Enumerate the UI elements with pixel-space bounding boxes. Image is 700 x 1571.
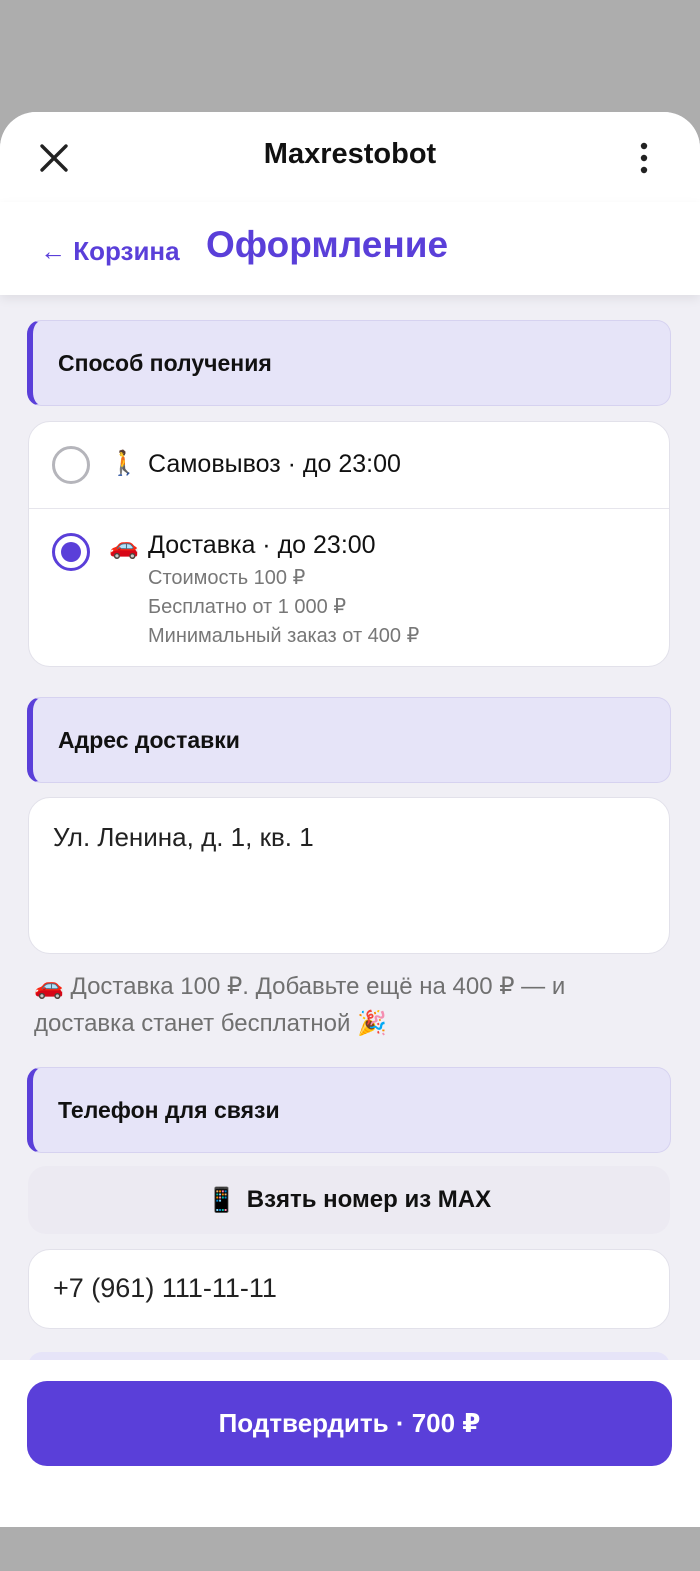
bottom-sheet: Maxrestobot ← Корзина Оформление Способ … <box>0 112 700 1527</box>
car-icon: 🚗 <box>109 533 139 560</box>
close-icon <box>40 144 68 172</box>
radio-unselected[interactable] <box>52 446 90 484</box>
address-textarea[interactable]: Ул. Ленина, д. 1, кв. 1 <box>28 797 670 954</box>
section-title: Адрес доставки <box>58 727 240 753</box>
delivery-options-card: 🚶 Самовывоз · до 23:00 🚗 Доставка · до 2… <box>28 421 670 667</box>
option-delivery[interactable]: 🚗 Доставка · до 23:00 Стоимость 100 ₽ Бе… <box>29 509 669 667</box>
free-delivery-threshold: Бесплатно от 1 000 ₽ <box>148 596 347 618</box>
footer-bar: Подтвердить · 700 ₽ <box>0 1360 700 1527</box>
more-vertical-icon <box>640 142 648 174</box>
app-title: Maxrestobot <box>263 138 437 170</box>
section-title: Способ получения <box>58 350 272 376</box>
delivery-cost: Стоимость 100 ₽ <box>148 567 306 589</box>
phone-icon: 📱 <box>206 1186 237 1214</box>
minimum-order: Минимальный заказ от 400 ₽ <box>148 625 420 647</box>
confirm-label: Подтвердить · 700 ₽ <box>218 1408 481 1438</box>
close-button[interactable] <box>30 134 78 182</box>
section-header-delivery-address: Адрес доставки <box>27 697 671 783</box>
phone-value: +7 (961) 111-11-11 <box>53 1273 277 1303</box>
option-label: Самовывоз · до 23:00 <box>148 450 401 478</box>
button-label: Взять номер из MAX <box>246 1186 492 1213</box>
section-header-contact-phone: Телефон для связи <box>27 1067 671 1153</box>
free-delivery-hint: 🚗 Доставка 100 ₽. Добавьте ещё на 400 ₽ … <box>34 973 566 1037</box>
radio-selected[interactable] <box>52 533 90 571</box>
more-options-button[interactable] <box>620 134 668 182</box>
address-value: Ул. Ленина, д. 1, кв. 1 <box>53 822 314 852</box>
section-header-pickup-method: Способ получения <box>27 320 671 406</box>
phone-input[interactable]: +7 (961) 111-11-11 <box>28 1249 670 1329</box>
walking-person-icon: 🚶 <box>109 450 139 477</box>
section-title: Телефон для связи <box>58 1097 280 1123</box>
option-pickup[interactable]: 🚶 Самовывоз · до 23:00 <box>29 422 669 508</box>
app-header: Maxrestobot <box>0 112 700 202</box>
page-title: Оформление <box>206 224 449 265</box>
confirm-order-button[interactable]: Подтвердить · 700 ₽ <box>27 1381 672 1466</box>
option-label: Доставка · до 23:00 <box>148 531 376 559</box>
take-number-from-max-button[interactable]: 📱 Взять номер из MAX <box>28 1166 670 1234</box>
page-nav: ← Корзина Оформление <box>0 202 700 295</box>
back-to-cart-link[interactable]: ← Корзина <box>40 236 180 267</box>
